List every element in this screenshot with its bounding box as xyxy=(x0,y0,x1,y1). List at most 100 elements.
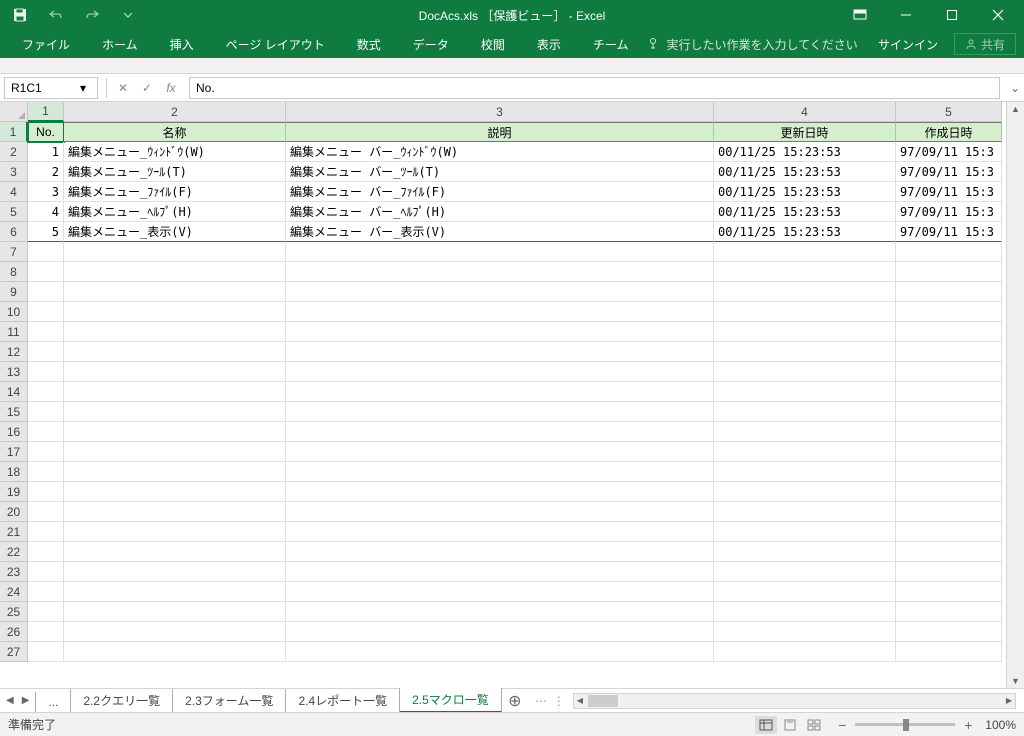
cell[interactable] xyxy=(286,502,714,522)
ribbon-tab[interactable]: ファイル xyxy=(8,30,84,58)
cell[interactable] xyxy=(896,522,1002,542)
cell[interactable] xyxy=(64,402,286,422)
cell[interactable] xyxy=(714,482,896,502)
row-header[interactable]: 19 xyxy=(0,482,28,502)
cell[interactable] xyxy=(64,242,286,262)
cell[interactable] xyxy=(896,602,1002,622)
cell[interactable] xyxy=(896,322,1002,342)
row-header[interactable]: 18 xyxy=(0,462,28,482)
cell[interactable] xyxy=(714,602,896,622)
signin-button[interactable]: サインイン xyxy=(866,36,950,53)
cell[interactable]: 編集メニュー バー_ｳｨﾝﾄﾞｳ(W) xyxy=(286,142,714,162)
row-header[interactable]: 25 xyxy=(0,602,28,622)
ribbon-tab[interactable]: ホーム xyxy=(88,30,152,58)
cell[interactable]: 編集メニュー_ﾂｰﾙ(T) xyxy=(64,162,286,182)
sheet-tab[interactable]: 2.2クエリ一覧 xyxy=(70,689,173,713)
cell[interactable] xyxy=(64,262,286,282)
row-header[interactable]: 6 xyxy=(0,222,28,242)
cell[interactable] xyxy=(896,482,1002,502)
tabs-more-icon[interactable]: ⋯ xyxy=(529,694,553,708)
cell[interactable]: No. xyxy=(28,122,64,142)
redo-icon[interactable] xyxy=(80,3,104,27)
share-button[interactable]: 共有 xyxy=(954,33,1016,55)
cell[interactable] xyxy=(286,602,714,622)
cell[interactable]: 3 xyxy=(28,182,64,202)
cell[interactable] xyxy=(64,502,286,522)
fx-icon[interactable]: fx xyxy=(159,77,183,99)
cell[interactable]: 編集メニュー バー_ﾍﾙﾌﾟ(H) xyxy=(286,202,714,222)
row-header[interactable]: 16 xyxy=(0,422,28,442)
ribbon-tab[interactable]: チーム xyxy=(579,30,643,58)
cell[interactable] xyxy=(28,642,64,662)
row-header[interactable]: 27 xyxy=(0,642,28,662)
cell[interactable] xyxy=(28,542,64,562)
cell[interactable]: 97/09/11 15:3 xyxy=(896,142,1002,162)
row-header[interactable]: 1 xyxy=(0,122,28,142)
cell[interactable] xyxy=(896,462,1002,482)
cell[interactable]: 説明 xyxy=(286,122,714,142)
row-header[interactable]: 2 xyxy=(0,142,28,162)
cell[interactable] xyxy=(714,402,896,422)
cell[interactable]: 00/11/25 15:23:53 xyxy=(714,162,896,182)
cell[interactable]: 97/09/11 15:3 xyxy=(896,182,1002,202)
cell[interactable] xyxy=(64,302,286,322)
sheet-tab-ellipsis[interactable]: ... xyxy=(35,692,71,713)
zoom-in-button[interactable]: + xyxy=(961,717,975,733)
tell-me[interactable]: 実行したい作業を入力してください xyxy=(646,36,857,53)
cell[interactable] xyxy=(286,382,714,402)
cell[interactable] xyxy=(28,442,64,462)
cell[interactable] xyxy=(28,562,64,582)
cell[interactable] xyxy=(286,342,714,362)
cell[interactable] xyxy=(64,522,286,542)
cell[interactable] xyxy=(28,382,64,402)
cell[interactable] xyxy=(896,282,1002,302)
cell[interactable] xyxy=(896,642,1002,662)
cell[interactable]: 00/11/25 15:23:53 xyxy=(714,142,896,162)
row-header[interactable]: 12 xyxy=(0,342,28,362)
cell[interactable] xyxy=(714,422,896,442)
cell[interactable] xyxy=(286,562,714,582)
cell[interactable] xyxy=(64,282,286,302)
horizontal-scrollbar[interactable] xyxy=(573,693,1016,709)
cell[interactable] xyxy=(714,502,896,522)
cell[interactable]: 編集メニュー バー_表示(V) xyxy=(286,222,714,242)
cell[interactable] xyxy=(896,342,1002,362)
cell[interactable] xyxy=(714,362,896,382)
cell[interactable] xyxy=(28,342,64,362)
vertical-scrollbar[interactable] xyxy=(1006,102,1024,688)
cell[interactable] xyxy=(714,342,896,362)
cell[interactable] xyxy=(896,422,1002,442)
cell[interactable] xyxy=(286,442,714,462)
cell[interactable] xyxy=(28,522,64,542)
zoom-out-button[interactable]: − xyxy=(835,717,849,733)
zoom-level[interactable]: 100% xyxy=(985,718,1016,732)
cell[interactable]: 更新日時 xyxy=(714,122,896,142)
cell[interactable]: 作成日時 xyxy=(896,122,1002,142)
cell[interactable] xyxy=(28,582,64,602)
cell[interactable] xyxy=(714,322,896,342)
cell[interactable] xyxy=(714,642,896,662)
cell[interactable] xyxy=(286,622,714,642)
cell[interactable] xyxy=(286,322,714,342)
cell[interactable] xyxy=(64,562,286,582)
cell[interactable] xyxy=(28,482,64,502)
cell[interactable] xyxy=(714,262,896,282)
tab-nav-next-icon[interactable]: ▶ xyxy=(22,695,30,706)
cell[interactable] xyxy=(28,422,64,442)
cell[interactable] xyxy=(714,522,896,542)
tab-split-handle[interactable]: ⋮ xyxy=(553,694,565,708)
cell[interactable] xyxy=(286,582,714,602)
minimize-button[interactable] xyxy=(884,0,928,30)
cell[interactable] xyxy=(64,362,286,382)
cell[interactable] xyxy=(28,242,64,262)
zoom-slider[interactable]: − + xyxy=(835,717,975,733)
sheet-tab[interactable]: 2.5マクロ一覧 xyxy=(399,688,502,713)
view-page-break-icon[interactable] xyxy=(803,716,825,734)
cell[interactable] xyxy=(714,382,896,402)
cell[interactable] xyxy=(896,402,1002,422)
name-box[interactable]: R1C1 ▾ xyxy=(4,77,98,99)
cell[interactable] xyxy=(64,542,286,562)
cell[interactable] xyxy=(28,262,64,282)
cell[interactable] xyxy=(64,482,286,502)
cell[interactable] xyxy=(896,562,1002,582)
